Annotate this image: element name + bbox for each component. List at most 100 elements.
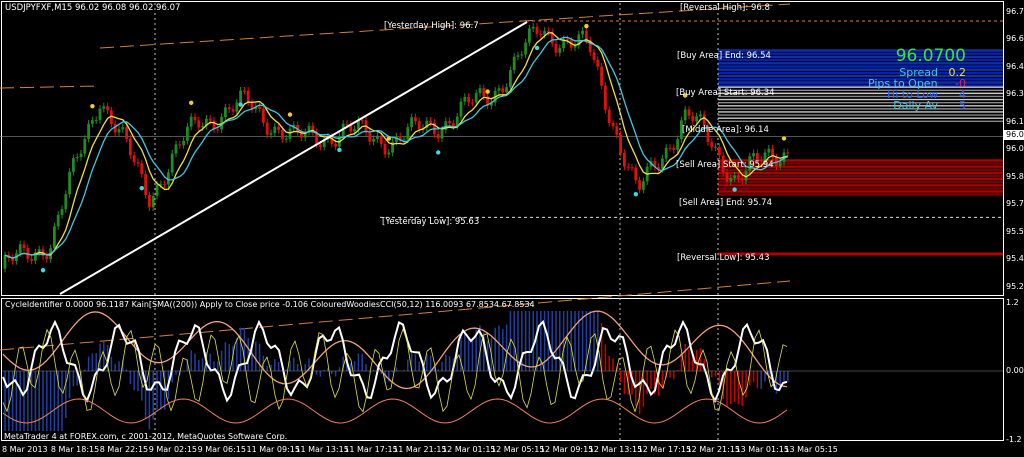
candle-body	[360, 120, 364, 122]
time-axis-label: 11 Mar 21:15	[393, 445, 447, 454]
candle-body	[752, 153, 755, 157]
candle-body	[737, 175, 740, 179]
time-axis-label: 12 Mar 17:15	[637, 445, 692, 454]
candle-body	[186, 126, 189, 141]
cycle-white-line	[2, 319, 788, 404]
left-channel-line	[0, 85, 101, 89]
candle-body	[664, 147, 668, 159]
candle-body	[623, 152, 626, 167]
price-axis-label: 96.45	[1006, 61, 1024, 71]
signal-dot	[90, 104, 95, 109]
candle-body	[136, 162, 140, 164]
candle-body	[151, 195, 155, 208]
candle-body	[178, 144, 182, 146]
candle-body	[45, 256, 49, 260]
daily-label: Daily Av	[893, 99, 939, 112]
indicator-axis-top: 1.2	[1006, 298, 1019, 307]
info-daily: Daily Av 5	[893, 99, 966, 112]
candle-body	[505, 87, 508, 93]
candle-body	[531, 26, 535, 29]
signal-dot	[436, 150, 441, 155]
candle-body	[509, 70, 512, 88]
candle-body	[558, 48, 562, 53]
candle-body	[239, 90, 242, 103]
candle-body	[607, 109, 611, 123]
symbol-header: USDJPYFXF,M15 96.02 96.08 96.02 96.07	[5, 3, 181, 13]
candle-body	[53, 226, 56, 249]
candle-body	[642, 181, 645, 190]
candle-body	[501, 88, 505, 93]
candle-body	[554, 43, 558, 53]
price-axis-label: 96.00	[1006, 144, 1024, 154]
price-axis-label: 96.75	[1006, 7, 1024, 16]
candle-body	[227, 107, 231, 110]
sell-area-start-label: [Sell Area] Start: 95.94	[676, 160, 774, 170]
candle-body	[543, 30, 546, 35]
candle-body	[258, 106, 261, 109]
time-axis-label: 8 Mar 2013	[2, 445, 48, 454]
signal-dot	[584, 23, 589, 29]
yesterday-high-label: [Yesterday High]: 96.7	[384, 21, 479, 31]
candle-body	[22, 244, 26, 249]
price-axis-label: 95.40	[1006, 254, 1024, 264]
candle-body	[262, 108, 265, 123]
candle-body	[585, 30, 588, 41]
time-axis-label: 11 Mar 13:15	[295, 445, 349, 454]
candle-body	[547, 30, 550, 32]
candle-body	[319, 144, 322, 147]
candle-body	[281, 130, 284, 140]
time-axis-label: 8 Mar 18:15	[50, 445, 100, 454]
signal-dot	[732, 187, 737, 192]
buy-area-end-label: [Buy Area] End: 96.54	[677, 51, 771, 61]
candle-body	[471, 102, 474, 104]
signal-dot	[781, 136, 787, 141]
candle-body	[740, 178, 744, 181]
candle-body	[379, 135, 383, 144]
candle-body	[193, 116, 197, 121]
candle-body	[756, 153, 759, 160]
reversal-high-label: [Reversal High]: 96.8	[680, 3, 770, 13]
candle-body	[767, 148, 771, 153]
candle-body	[474, 93, 478, 103]
candle-body	[383, 143, 387, 155]
candle-body	[387, 152, 391, 155]
time-axis-label: 12 Mar 13:15	[588, 445, 643, 454]
candle-body	[436, 134, 440, 139]
indicator-axis-zero: 0.00	[1006, 366, 1024, 375]
candle-body	[725, 172, 729, 182]
candle-body	[497, 88, 501, 91]
candle-body	[60, 209, 64, 215]
candle-body	[448, 121, 451, 124]
candle-body	[714, 146, 717, 148]
time-axis-label: 12 Mar 01:15	[442, 445, 496, 454]
candle-body	[182, 140, 185, 146]
candle-body	[676, 139, 679, 150]
candle-body	[611, 122, 615, 127]
time-axis-label: 9 Mar 06:15	[197, 445, 246, 454]
candle-body	[125, 127, 128, 139]
candle-body	[170, 153, 174, 173]
candle-body	[535, 26, 539, 34]
candle-body	[668, 147, 672, 149]
candle-body	[197, 120, 201, 128]
candle-body	[619, 134, 622, 153]
price-axis-label: 96.60	[1006, 34, 1024, 44]
candle-body	[687, 109, 691, 116]
candle-body	[376, 135, 379, 139]
candle-body	[630, 167, 634, 169]
candle-body	[277, 126, 280, 131]
candle-body	[402, 139, 406, 141]
price-axis-label: 96.30	[1006, 89, 1024, 99]
candle-body	[512, 56, 516, 71]
signal-dot	[386, 136, 391, 141]
candle-body	[64, 194, 68, 210]
candle-body	[581, 30, 584, 35]
candle-body	[189, 116, 193, 127]
candle-body	[235, 102, 239, 112]
candle-body	[3, 255, 7, 269]
candle-body	[778, 162, 782, 167]
price-chart[interactable]	[0, 0, 1024, 457]
current-price-tag: 96.07	[1004, 130, 1024, 140]
candle-body	[334, 143, 337, 147]
time-axis-label: 11 Mar 17:15	[344, 445, 398, 454]
